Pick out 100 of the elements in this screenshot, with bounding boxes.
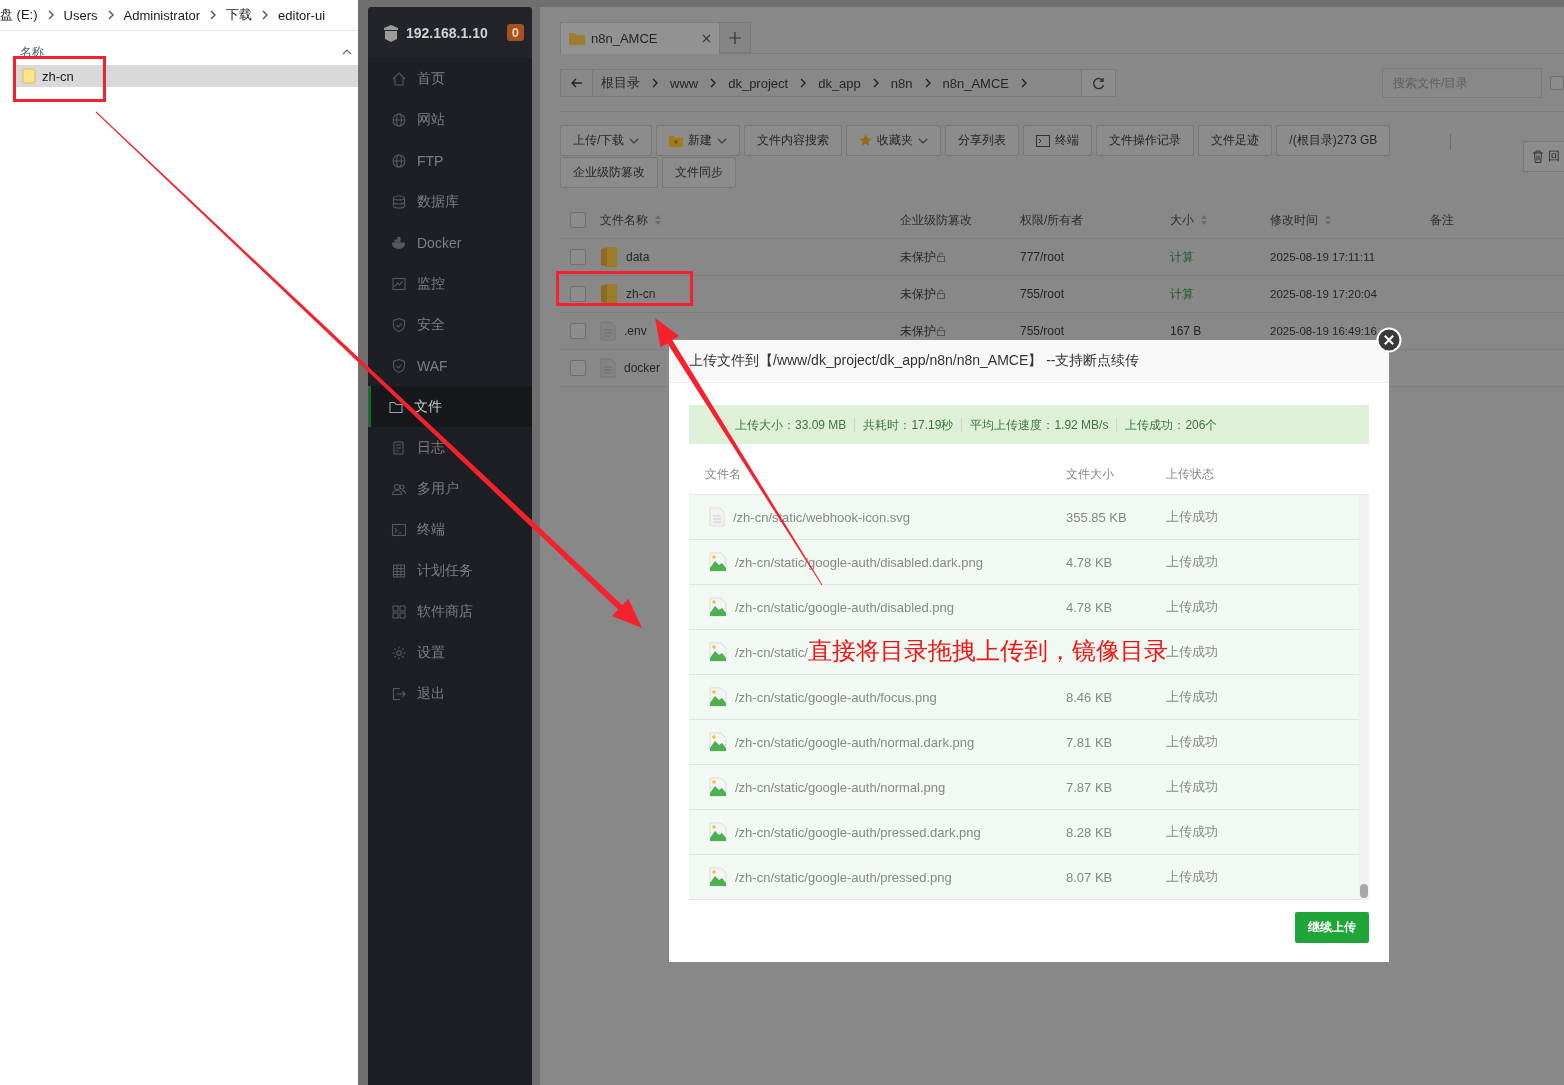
sort-icon[interactable] — [1200, 214, 1208, 226]
recycle-bin-button[interactable]: 回 — [1523, 141, 1564, 172]
nav-item[interactable]: 安全 — [368, 304, 532, 345]
database-icon — [391, 193, 407, 210]
protection-status: 未保护 — [900, 285, 936, 303]
path-segment[interactable]: dk_project — [728, 75, 789, 91]
continue-upload-button[interactable]: 继续上传 — [1295, 912, 1369, 943]
lock-icon — [936, 289, 946, 299]
shield-icon — [391, 357, 407, 374]
calculate-link[interactable]: 计算 — [1170, 285, 1194, 303]
path-segment[interactable]: www — [670, 75, 699, 91]
toolbar-button[interactable]: 文件同步 — [662, 157, 736, 188]
protection-status: 未保护 — [900, 248, 936, 266]
nav-item[interactable]: 首页 — [368, 58, 532, 99]
nav-item[interactable]: WAF — [368, 345, 532, 386]
file-path: /zh-cn/static/ — [735, 644, 808, 660]
toolbar-button[interactable]: 上传/下载 — [560, 125, 653, 156]
refresh-button[interactable] — [1081, 70, 1115, 96]
path-segment[interactable]: 根目录 — [601, 74, 640, 92]
globe-icon — [391, 152, 407, 169]
breadcrumb-item[interactable]: 下载 — [226, 6, 253, 24]
nav-item[interactable]: 计划任务 — [368, 550, 532, 591]
file-size: 4.78 KB — [1066, 554, 1114, 570]
toolbar-button[interactable]: 文件内容搜索 — [744, 125, 843, 156]
checkbox[interactable] — [1550, 76, 1564, 90]
image-file-icon — [709, 552, 727, 572]
path-segment[interactable]: n8n — [890, 75, 913, 91]
checkbox[interactable] — [570, 249, 586, 265]
breadcrumb-item[interactable]: editor-ui — [278, 7, 326, 23]
column-header: 文件名 — [705, 465, 742, 483]
caret-icon — [629, 137, 640, 144]
nav-item[interactable]: 多用户 — [368, 468, 532, 509]
calculate-link[interactable]: 计算 — [1170, 248, 1194, 266]
upload-status: 上传成功 — [1166, 508, 1219, 526]
toolbar-button[interactable]: 文件操作记录 — [1096, 125, 1195, 156]
nav-item[interactable]: 网站 — [368, 99, 532, 140]
toolbar-button[interactable]: 新建 — [656, 125, 741, 156]
checkbox[interactable] — [570, 323, 586, 339]
toolbar-button[interactable]: 文件足迹 — [1198, 125, 1273, 156]
trash-icon — [1532, 150, 1544, 163]
toolbar-button[interactable]: 企业级防篡改 — [560, 157, 658, 188]
upload-status: 上传成功 — [1166, 823, 1219, 841]
notification-badge[interactable]: 0 — [506, 24, 524, 41]
nav-item[interactable]: FTP — [368, 140, 532, 181]
image-file-icon — [709, 822, 727, 842]
chevron-icon — [261, 10, 270, 20]
nav-item[interactable]: 数据库 — [368, 181, 532, 222]
image-file-icon — [709, 732, 727, 752]
file-name[interactable]: .env — [624, 324, 647, 338]
breadcrumb-item[interactable]: Administrator — [123, 7, 201, 23]
file-icon — [709, 507, 725, 527]
column-header: 修改时间 — [1270, 211, 1318, 229]
toolbar-button[interactable]: 分享列表 — [945, 125, 1020, 156]
chevron-icon — [923, 78, 932, 88]
protection-status: 未保护 — [900, 322, 936, 340]
file-row[interactable]: zh-cn — [14, 65, 358, 87]
file-name[interactable]: zh-cn — [626, 287, 656, 301]
file-path: /zh-cn/static/google-auth/pressed.dark.png — [735, 824, 981, 840]
path-segment[interactable]: dk_app — [818, 75, 861, 91]
scrollbar[interactable] — [1359, 495, 1369, 900]
folder-icon — [569, 32, 585, 45]
breadcrumb-item[interactable]: Users — [63, 7, 98, 23]
breadcrumb-item[interactable]: 盘 (E:) — [0, 6, 38, 24]
nav-item[interactable]: 设置 — [368, 632, 532, 673]
file-name[interactable]: data — [626, 250, 650, 264]
chevron-icon — [209, 10, 218, 20]
nav-item[interactable]: 软件商店 — [368, 591, 532, 632]
folder-tab[interactable]: n8n_AMCE — [560, 22, 720, 54]
tower-icon — [382, 22, 400, 43]
file-path: /zh-cn/static/google-auth/disabled.png — [735, 599, 954, 615]
nav-item[interactable]: 终端 — [368, 509, 532, 550]
permission-text: 777/root — [1020, 250, 1065, 264]
file-name[interactable]: docker — [624, 361, 661, 375]
summary-stat: 上传成功：206个 — [1116, 417, 1226, 432]
path-segment[interactable]: n8n_AMCE — [942, 75, 1009, 91]
nav-item[interactable]: Docker — [368, 222, 532, 263]
chart-icon — [391, 275, 407, 292]
folder-icon — [22, 68, 36, 84]
shield-icon — [391, 316, 407, 333]
nav-item[interactable]: 退出 — [368, 673, 532, 714]
checkbox[interactable] — [570, 360, 586, 376]
sort-icon[interactable] — [1324, 214, 1332, 226]
whale-icon — [391, 234, 407, 251]
modified-time: 2025-08-19 17:11:11 — [1270, 251, 1376, 263]
nav-item[interactable]: 文件 — [368, 386, 532, 427]
nav-item[interactable]: 监控 — [368, 263, 532, 304]
add-tab-button[interactable] — [720, 22, 751, 53]
toolbar-button[interactable]: 收藏夹 — [846, 125, 942, 156]
nav-item[interactable]: 日志 — [368, 427, 532, 468]
server-address: 192.168.1.10 — [406, 24, 489, 41]
file-size: 8.46 KB — [1066, 689, 1114, 705]
toolbar-button[interactable]: 终端 — [1023, 125, 1093, 156]
upload-status: 上传成功 — [1166, 688, 1219, 706]
sort-icon[interactable] — [654, 214, 662, 226]
checkbox[interactable] — [570, 286, 586, 302]
toolbar-button[interactable]: /(根目录)273 GB — [1276, 125, 1391, 156]
file-path: /zh-cn/static/google-auth/pressed.png — [735, 869, 952, 885]
checkbox[interactable] — [570, 212, 586, 228]
chevron-icon — [799, 78, 808, 88]
permission-text: 755/root — [1020, 287, 1065, 301]
